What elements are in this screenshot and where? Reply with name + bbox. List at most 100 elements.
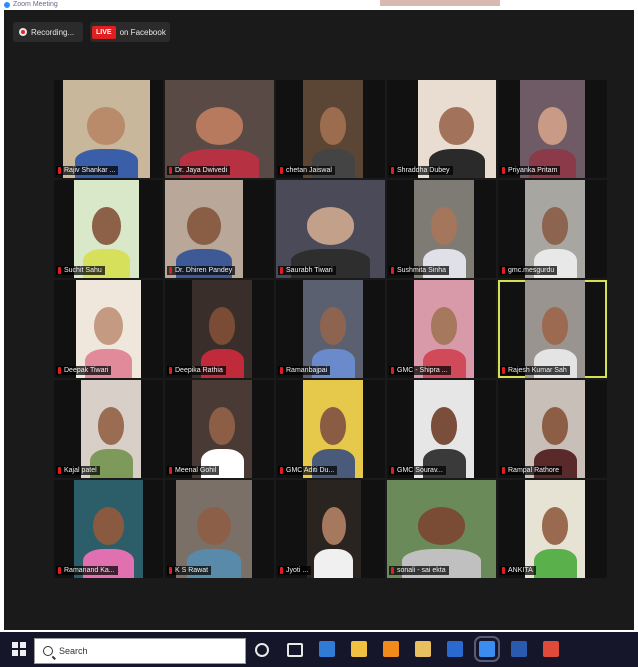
muted-mic-icon: [58, 167, 61, 174]
muted-mic-icon: [169, 467, 172, 474]
muted-mic-icon: [391, 267, 394, 274]
participant-tile[interactable]: Ramanand Ka...: [54, 480, 163, 578]
participant-video: [165, 80, 274, 178]
participant-name: Rampal Rathore: [508, 467, 559, 474]
participant-name: Rajesh Kumar Sah: [508, 367, 567, 374]
participant-video: [303, 380, 364, 478]
participant-face: [87, 107, 126, 145]
participant-video: [73, 480, 144, 578]
participant-face: [321, 507, 346, 545]
participant-tile[interactable]: Priyanka Pritam: [498, 80, 607, 178]
participant-face: [320, 407, 347, 445]
participant-tile[interactable]: Meenal Gohil: [165, 380, 274, 478]
participant-video: [165, 180, 244, 278]
live-badge: LIVE: [92, 25, 116, 39]
participant-face: [542, 507, 569, 545]
task-view-icon[interactable]: [255, 643, 269, 657]
participant-tile[interactable]: Sushmita Sinha: [387, 180, 496, 278]
zoom-app-icon: [4, 2, 10, 8]
participant-face: [209, 307, 236, 345]
participant-face: [93, 507, 124, 545]
participant-name-tag: Ramanbajpai: [278, 366, 331, 375]
window-title: Zoom Meeting: [13, 1, 58, 8]
participant-name: Kajal patel: [64, 467, 97, 474]
taskbar-search-box[interactable]: Search: [34, 638, 246, 664]
participant-video: [387, 480, 496, 578]
zoom-icon[interactable]: [474, 636, 500, 662]
muted-mic-icon: [58, 467, 61, 474]
participant-tile[interactable]: gmc.mesgurdu: [498, 180, 607, 278]
participant-tile[interactable]: ANKITA: [498, 480, 607, 578]
participant-tile[interactable]: GMC - Shipra ...: [387, 280, 496, 378]
participant-tile[interactable]: Dr. Dhiren Pandey: [165, 180, 274, 278]
participant-tile[interactable]: Ramanbajpai: [276, 280, 385, 378]
participant-name: Suchit Sahu: [64, 267, 102, 274]
files-icon[interactable]: [415, 641, 431, 657]
participant-video: [192, 280, 253, 378]
record-icon: [19, 28, 27, 36]
participant-name-tag: Deepika Rathia: [167, 366, 226, 375]
recording-label: Recording...: [31, 27, 75, 37]
participant-tile[interactable]: Deepika Rathia: [165, 280, 274, 378]
participant-name-tag: Meenal Gohil: [167, 466, 220, 475]
participant-tile[interactable]: Deepak Tiwari: [54, 280, 163, 378]
participant-tile[interactable]: Saurabh Tiwari: [276, 180, 385, 278]
top-photo-strip: [380, 0, 500, 6]
participant-tile[interactable]: Jyoti ...: [276, 480, 385, 578]
participant-video: [414, 280, 475, 378]
live-platform-label: on Facebook: [119, 27, 166, 37]
participant-video: [525, 180, 586, 278]
muted-mic-icon: [169, 567, 172, 574]
participant-video: [276, 180, 385, 278]
muted-mic-icon: [58, 367, 61, 374]
muted-mic-icon: [502, 567, 505, 574]
participant-body: [533, 548, 577, 578]
participant-tile[interactable]: Rajiv Shankar ...: [54, 80, 163, 178]
recording-indicator[interactable]: Recording...: [13, 22, 83, 42]
participant-face: [91, 207, 121, 245]
participant-tile[interactable]: sonali - sai ekta: [387, 480, 496, 578]
participant-name-tag: chetan Jaiswal: [278, 166, 335, 175]
participant-tile[interactable]: Dr. Jaya Dwivedi: [165, 80, 274, 178]
vlc-icon[interactable]: [383, 641, 399, 657]
participant-tile[interactable]: chetan Jaiswal: [276, 80, 385, 178]
muted-mic-icon: [280, 467, 283, 474]
participant-tile[interactable]: GMC Aditi Du...: [276, 380, 385, 478]
file-explorer-icon[interactable]: [351, 641, 367, 657]
participant-name-tag: K S Rawat: [167, 566, 212, 575]
muted-mic-icon: [502, 267, 505, 274]
search-placeholder: Search: [59, 646, 88, 656]
participant-name-tag: Rajiv Shankar ...: [56, 166, 119, 175]
participant-tile[interactable]: Rampal Rathore: [498, 380, 607, 478]
participant-tile[interactable]: K S Rawat: [165, 480, 274, 578]
participant-video: [303, 80, 364, 178]
participant-tile[interactable]: Rajesh Kumar Sah: [498, 280, 607, 378]
participant-tile[interactable]: GMC Sourav...: [387, 380, 496, 478]
participant-tile[interactable]: Suchit Sahu: [54, 180, 163, 278]
participant-face: [542, 407, 569, 445]
participant-name-tag: Suchit Sahu: [56, 266, 105, 275]
participant-tile[interactable]: Kajal patel: [54, 380, 163, 478]
participant-tile[interactable]: Shraddha Dubey: [387, 80, 496, 178]
word-icon[interactable]: [511, 641, 527, 657]
muted-mic-icon: [280, 267, 283, 274]
edge-icon[interactable]: [319, 641, 335, 657]
participant-name: Deepika Rathia: [175, 367, 223, 374]
live-stream-indicator[interactable]: LIVE on Facebook: [90, 22, 170, 42]
cortana-icon[interactable]: [287, 643, 303, 657]
participant-face: [195, 107, 244, 145]
muted-mic-icon: [58, 267, 61, 274]
participant-name: gmc.mesgurdu: [508, 267, 555, 274]
chrome-dark-icon[interactable]: [447, 641, 463, 657]
windows-start-icon[interactable]: [12, 642, 26, 656]
participant-video: [525, 380, 586, 478]
participant-name-tag: Shraddha Dubey: [389, 166, 453, 175]
muted-mic-icon: [169, 267, 172, 274]
participant-name-tag: Dr. Dhiren Pandey: [167, 266, 236, 275]
chrome-icon[interactable]: [543, 641, 559, 657]
participant-face: [431, 207, 458, 245]
muted-mic-icon: [169, 167, 172, 174]
muted-mic-icon: [280, 367, 283, 374]
search-icon: [43, 646, 53, 656]
participant-video: [62, 80, 150, 178]
